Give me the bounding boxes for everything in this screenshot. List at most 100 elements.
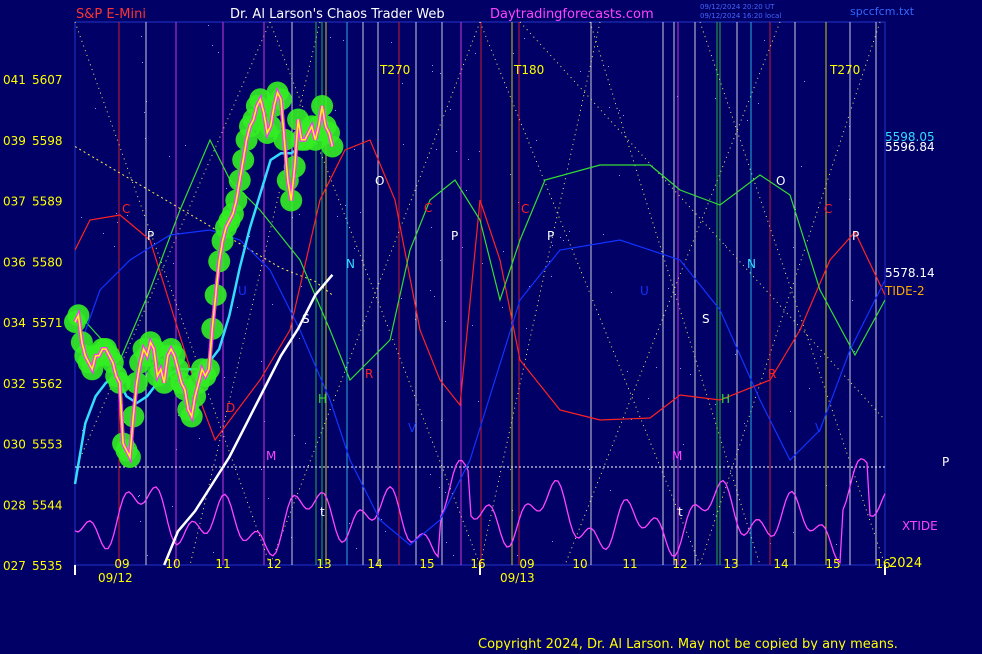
chart-point-label: M bbox=[266, 449, 276, 463]
x-tick-label: 11 bbox=[622, 557, 637, 571]
chart-point-label: C bbox=[122, 202, 130, 216]
x-axis: 09 10 11 12 13 14 15 16 09 10 11 12 13 14 15 1609/12 09/… bbox=[98, 556, 922, 585]
chart-point-label: C bbox=[521, 202, 529, 216]
star-dot bbox=[462, 247, 463, 248]
star-dot bbox=[683, 444, 684, 445]
star-dot bbox=[218, 52, 219, 53]
star-dot bbox=[536, 140, 537, 141]
star-dot bbox=[349, 523, 350, 524]
chart-point-label: P bbox=[147, 229, 154, 243]
star-dot bbox=[517, 555, 518, 556]
star-dot bbox=[430, 290, 431, 291]
chart-point-label: t bbox=[678, 505, 683, 519]
y-tick-label-left: 034 bbox=[3, 316, 26, 330]
dotted-guide bbox=[74, 21, 271, 471]
star-dot bbox=[611, 292, 612, 293]
timing-label: T270 bbox=[379, 63, 410, 77]
star-dot bbox=[854, 351, 855, 352]
star-dot bbox=[510, 469, 511, 470]
star-dot bbox=[172, 506, 173, 507]
y-tick-label: 5544 bbox=[32, 498, 63, 512]
x-tick-label: 11 bbox=[215, 557, 230, 571]
star-dot bbox=[199, 438, 200, 439]
star-dot bbox=[272, 304, 273, 305]
star-dot bbox=[619, 110, 620, 111]
star-dot bbox=[820, 356, 821, 357]
star-dot bbox=[472, 325, 473, 326]
star-dot bbox=[169, 156, 170, 157]
x-tick-label: 09 bbox=[114, 557, 129, 571]
star-dot bbox=[609, 107, 610, 108]
star-dot bbox=[623, 115, 624, 116]
copyright-notice: Copyright 2024, Dr. Al Larson. May not b… bbox=[478, 637, 898, 650]
far-right-point-label: P bbox=[942, 455, 949, 469]
star-dot bbox=[305, 443, 306, 444]
y-tick-label-left: 027 bbox=[3, 559, 26, 573]
chart-point-label: N bbox=[346, 257, 355, 271]
timestamp-local: 09/12/2024 16:20 local bbox=[700, 12, 781, 20]
dotted-guide bbox=[589, 21, 761, 566]
star-dot bbox=[744, 423, 745, 424]
star-dot bbox=[226, 188, 227, 189]
star-dot bbox=[142, 62, 143, 63]
star-dot bbox=[479, 151, 480, 152]
star-dot bbox=[268, 498, 269, 499]
y-tick-label-left: 030 bbox=[3, 438, 26, 452]
star-dot bbox=[103, 233, 104, 234]
timing-label: T270 bbox=[829, 63, 860, 77]
star-dot bbox=[403, 144, 404, 145]
star-dot bbox=[354, 149, 355, 150]
star-dot bbox=[715, 404, 716, 405]
chart-author-title: Dr. Al Larson's Chaos Trader Web bbox=[230, 7, 445, 22]
star-dot bbox=[450, 109, 451, 110]
chart-point-label: N bbox=[747, 257, 756, 271]
star-dot bbox=[95, 108, 96, 109]
chart-point-label: C bbox=[824, 202, 832, 216]
star-dot bbox=[680, 368, 681, 369]
site-link[interactable]: Daytradingforecasts.com bbox=[490, 7, 654, 22]
star-dot bbox=[453, 555, 454, 556]
star-dot bbox=[431, 227, 432, 228]
dotted-guide bbox=[519, 21, 886, 421]
star-dot bbox=[552, 245, 553, 246]
star-dot bbox=[402, 83, 403, 84]
x-tick-label: 10 bbox=[572, 557, 587, 571]
star-dot bbox=[299, 214, 300, 215]
star-dot bbox=[656, 367, 657, 368]
timing-label: T180 bbox=[513, 63, 544, 77]
star-dot bbox=[551, 276, 552, 277]
star-dot bbox=[478, 401, 479, 402]
star-dot bbox=[440, 260, 441, 261]
star-dot bbox=[580, 71, 581, 72]
star-dot bbox=[445, 321, 446, 322]
x-tick-label: 14 bbox=[367, 557, 382, 571]
star-dot bbox=[690, 374, 691, 375]
date-label: 09/12 bbox=[98, 571, 133, 585]
star-dot bbox=[446, 542, 447, 543]
star-dot bbox=[790, 411, 791, 412]
star-dot bbox=[401, 298, 402, 299]
star-dot bbox=[391, 42, 392, 43]
star-dot bbox=[456, 151, 457, 152]
star-dot bbox=[445, 492, 446, 493]
star-dot bbox=[439, 487, 440, 488]
chart-point-label: M bbox=[672, 449, 682, 463]
y-axis: 041 5607 039 5598 037 5589 036 5580 034 5571 032 55… bbox=[3, 73, 63, 573]
star-dot bbox=[468, 159, 469, 160]
star-dot bbox=[345, 205, 346, 206]
x-tick-label: 13 bbox=[723, 557, 738, 571]
dotted-guide bbox=[699, 21, 881, 566]
x-tick-label: 14 bbox=[773, 557, 788, 571]
star-dot bbox=[668, 288, 669, 289]
date-label: 09/13 bbox=[500, 571, 535, 585]
star-dot bbox=[185, 145, 186, 146]
right-value-label: XTIDE bbox=[902, 519, 938, 533]
right-value-label: TIDE-2 bbox=[884, 284, 925, 298]
x-tick-label: 15 bbox=[419, 557, 434, 571]
star-dot bbox=[466, 190, 467, 191]
star-dot bbox=[335, 110, 336, 111]
star-dot bbox=[147, 555, 148, 556]
star-dot bbox=[173, 263, 174, 264]
dotted-guide bbox=[699, 21, 886, 566]
y-tick-label-left: 037 bbox=[3, 195, 26, 209]
